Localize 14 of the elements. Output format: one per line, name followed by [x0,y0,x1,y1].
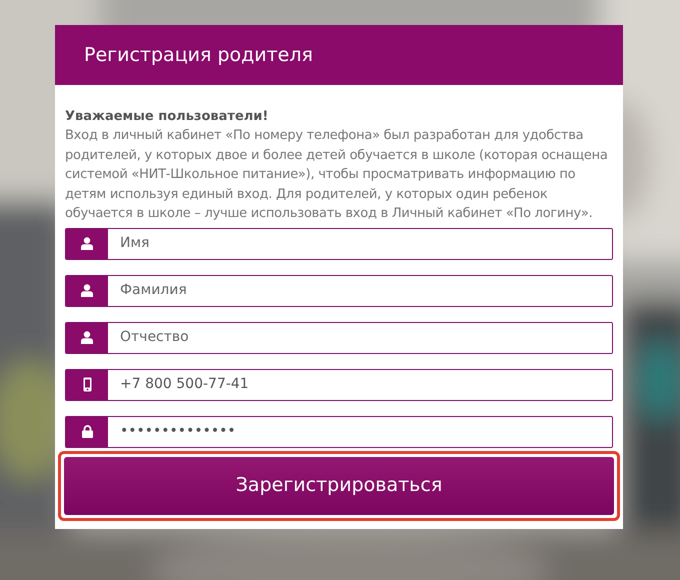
name-field[interactable]: Имя [65,228,613,260]
register-button[interactable]: Зарегистрироваться [64,456,614,514]
notice-heading: Уважаемые пользователи! [65,108,270,126]
person-icon [81,331,93,344]
password-field[interactable]: •••••••••••••• [65,416,613,448]
card-title: Регистрация родителя [84,42,313,68]
name-field[interactable]: Фамилия [65,274,613,306]
phone-icon [82,377,92,392]
notice-text: Вход в личный кабинет «По номеру телефона» был разработан для удобства родителей, у которых двое и более детей обучается в школе (которая оснащена системой «НИТ-Школьное питание»), чтобы просматривать информацию по детям используя единый вход. Для родителей, у которых один ребенок обучается в школе – лучше использовать вход в Личный кабинет «По логину». [65,127,609,223]
lock-icon [82,425,92,438]
phone-field[interactable]: +7 800 500-77-41 [65,368,613,400]
name-field[interactable]: Отчество [65,322,613,354]
person-icon [81,284,93,297]
person-icon [81,237,93,250]
